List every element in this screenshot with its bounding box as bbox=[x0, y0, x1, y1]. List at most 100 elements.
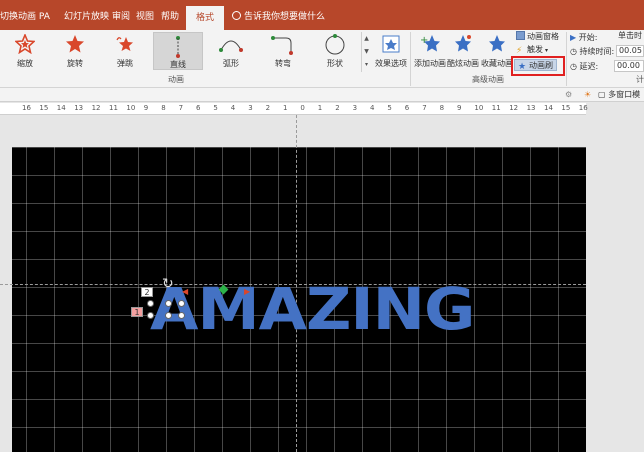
ruler-tick-label: 4 bbox=[230, 104, 236, 112]
trigger-dropdown-icon: ▾ bbox=[545, 47, 549, 54]
resize-handle[interactable] bbox=[178, 300, 185, 307]
turn-path-icon bbox=[271, 36, 293, 55]
animation-arc[interactable]: 弧形 bbox=[206, 32, 256, 70]
add-animation-button[interactable]: + 添加动画 bbox=[412, 32, 448, 74]
trigger-button[interactable]: ⚡ 触发 ▾ bbox=[516, 44, 548, 56]
animation-line[interactable]: 直线 bbox=[153, 32, 203, 70]
slide-text-amazing[interactable]: AMAZING bbox=[150, 280, 475, 338]
resize-handle[interactable] bbox=[147, 312, 154, 319]
lightbulb-icon bbox=[232, 11, 241, 20]
shape-path-icon bbox=[325, 34, 345, 55]
ruler-tick-label: 8 bbox=[161, 104, 166, 112]
tab-review[interactable]: 审阅 bbox=[112, 9, 130, 22]
ruler-tick-label: 9 bbox=[143, 104, 149, 112]
trigger-label: 触发 bbox=[527, 45, 543, 54]
animation-zoom-label: 缩放 bbox=[17, 59, 33, 68]
animation-pane-icon bbox=[516, 31, 525, 40]
path-start-arrow-icon: ◀ bbox=[182, 287, 189, 296]
ruler-tick-label: 2 bbox=[265, 104, 271, 112]
group-label-animation: 动画 bbox=[168, 75, 184, 84]
tab-slideshow[interactable]: 幻灯片放映 bbox=[64, 9, 109, 22]
play-icon: ▶ bbox=[570, 33, 577, 42]
window-icon: ▢ bbox=[598, 90, 606, 99]
spin-star-icon bbox=[66, 35, 84, 53]
tab-transition-animation[interactable]: 切换动画 PA bbox=[0, 9, 50, 22]
ruler-tick-label: 11 bbox=[491, 104, 501, 112]
sun-icon[interactable]: ☀ bbox=[584, 88, 591, 102]
animation-arc-label: 弧形 bbox=[223, 59, 239, 68]
duration-input[interactable]: 00.05 bbox=[616, 45, 644, 57]
ruler-tick-label: 5 bbox=[213, 104, 218, 112]
tell-me-search[interactable]: 告诉我你想要做什么 bbox=[232, 9, 325, 22]
ruler-tick-label: 3 bbox=[352, 104, 358, 112]
ruler-tick-label: 9 bbox=[457, 104, 462, 112]
multi-window-button[interactable]: ▢ 多窗口模 bbox=[598, 88, 640, 102]
ruler-tick-label: 11 bbox=[109, 104, 118, 112]
cool-animation-icon bbox=[455, 35, 471, 52]
ruler-tick-label: 13 bbox=[74, 104, 84, 112]
rotate-handle-icon[interactable]: ↻ bbox=[162, 277, 174, 291]
ruler-tick-label: 12 bbox=[91, 104, 101, 112]
tab-format[interactable]: 格式 bbox=[186, 6, 224, 30]
cool-animation-button[interactable]: 酷炫动画 bbox=[446, 32, 480, 74]
animation-zoom[interactable]: 缩放 bbox=[0, 32, 50, 70]
ruler-tick-label: 1 bbox=[317, 104, 323, 112]
animation-bounce[interactable]: 弹跳 bbox=[100, 32, 150, 70]
animation-pane-button[interactable]: 动画窗格 bbox=[516, 31, 559, 43]
animation-turn-label: 转弯 bbox=[275, 59, 291, 68]
animation-line-label: 直线 bbox=[170, 60, 186, 69]
ruler-tick-label: 16 bbox=[578, 104, 588, 112]
ruler-tick-label: 10 bbox=[474, 104, 484, 112]
ruler-tick-label: 15 bbox=[561, 104, 571, 112]
tell-me-text: 告诉我你想要做什么 bbox=[244, 12, 326, 22]
animation-order-tag-1[interactable]: 1 bbox=[131, 307, 143, 317]
animation-shape-label: 形状 bbox=[327, 59, 343, 68]
animation-turn[interactable]: 转弯 bbox=[258, 32, 308, 70]
clock-icon: ◷ bbox=[570, 47, 577, 56]
arc-path-icon bbox=[219, 40, 243, 52]
ruler-tick-label: 3 bbox=[248, 104, 253, 112]
ruler-tick-label: 5 bbox=[387, 104, 392, 112]
highlight-box bbox=[511, 56, 565, 76]
ruler-tick-label: 15 bbox=[39, 104, 49, 112]
gallery-down-icon[interactable]: ▼ bbox=[362, 45, 371, 58]
animation-spin[interactable]: 旋转 bbox=[50, 32, 100, 70]
effect-options-icon bbox=[382, 35, 400, 53]
ruler-tick-label: 7 bbox=[422, 104, 427, 112]
gallery-up-icon[interactable]: ▲ bbox=[362, 32, 371, 45]
separator bbox=[566, 32, 567, 86]
resize-handle[interactable] bbox=[147, 300, 154, 307]
resize-handle[interactable] bbox=[178, 312, 185, 319]
gallery-more-icon[interactable]: ▾ bbox=[362, 58, 371, 71]
animation-pane-label: 动画窗格 bbox=[527, 32, 559, 41]
gallery-scroll[interactable]: ▲ ▼ ▾ bbox=[361, 32, 371, 72]
collect-animation-button[interactable]: 收藏动画 bbox=[480, 32, 514, 74]
path-end-arrow-icon: ▶ bbox=[244, 287, 251, 296]
animation-shape[interactable]: 形状 bbox=[310, 32, 360, 70]
resize-handle[interactable] bbox=[165, 300, 172, 307]
tab-help[interactable]: 帮助 bbox=[161, 9, 179, 22]
delay-clock-icon: ◷ bbox=[570, 62, 577, 71]
cool-animation-label: 酷炫动画 bbox=[447, 59, 479, 68]
delay-label: 延迟: bbox=[579, 62, 599, 71]
start-select[interactable]: 单击时 bbox=[616, 31, 644, 43]
lightning-icon: ⚡ bbox=[516, 46, 523, 56]
ribbon-tab-bar: 切换动画 PA 幻灯片放映 审阅 视图 帮助 格式 告诉我你想要做什么 bbox=[0, 0, 644, 30]
ruler-tick-label: 6 bbox=[196, 104, 201, 112]
collect-animation-icon bbox=[489, 35, 505, 52]
duration-label: 持续时间: bbox=[579, 47, 615, 56]
delay-input[interactable]: 00.00 bbox=[614, 60, 644, 72]
ruler-tick-label: 8 bbox=[439, 104, 445, 112]
tab-view[interactable]: 视图 bbox=[136, 9, 154, 22]
ruler-tick-label: 14 bbox=[56, 104, 66, 112]
settings-icon[interactable]: ⚙ bbox=[565, 88, 572, 102]
resize-handle[interactable] bbox=[165, 312, 172, 319]
duration-field-label: ◷ 持续时间: bbox=[570, 46, 614, 57]
animation-order-tag-2[interactable]: 2 bbox=[141, 287, 153, 297]
ruler-tick-label: 6 bbox=[404, 104, 410, 112]
ruler-tick-label: 12 bbox=[509, 104, 519, 112]
ruler-tick-label: 13 bbox=[526, 104, 536, 112]
ruler-tick-label: 1 bbox=[283, 104, 288, 112]
ruler-tick-label: 2 bbox=[335, 104, 340, 112]
effect-options-button[interactable]: 效果选项 bbox=[372, 32, 410, 74]
